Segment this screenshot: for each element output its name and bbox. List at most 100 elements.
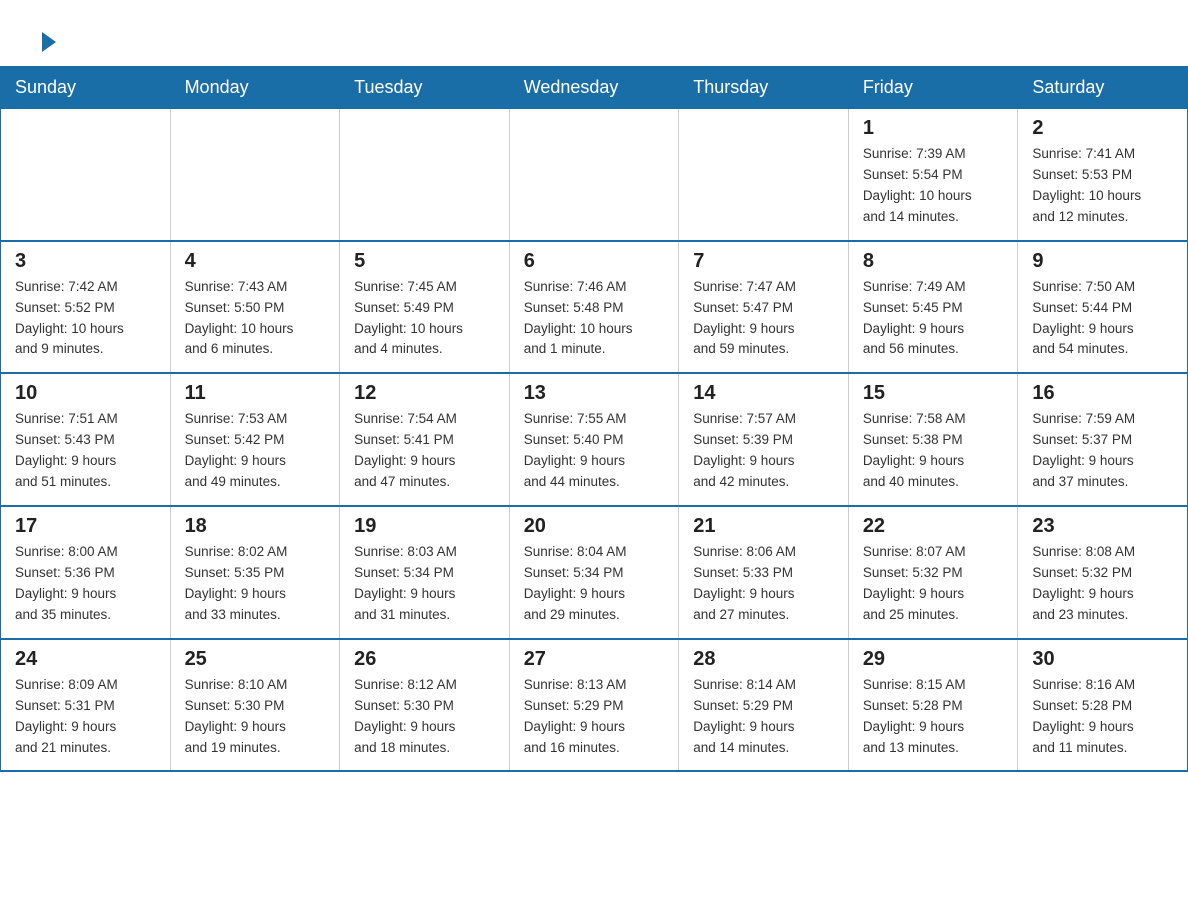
calendar-header-row: SundayMondayTuesdayWednesdayThursdayFrid… — [1, 67, 1188, 109]
day-of-week-header: Tuesday — [340, 67, 510, 109]
calendar-week-row: 24 Sunrise: 8:09 AMSunset: 5:31 PMDayligh… — [1, 639, 1188, 772]
calendar-day-cell: 3Sunrise: 7:42 AMSunset: 5:52 PMDaylight… — [1, 241, 171, 374]
day-info: Sunrise: 7:45 AMSunset: 5:49 PMDaylight:… — [354, 277, 495, 361]
calendar-day-cell: 18 Sunrise: 8:02 AMSunset: 5:35 PMDayligh… — [170, 506, 340, 639]
calendar-day-cell: 28Sunrise: 8:14 AMSunset: 5:29 PMDayligh… — [679, 639, 849, 772]
logo — [40, 28, 56, 50]
calendar-day-cell: 25 Sunrise: 8:10 AMSunset: 5:30 PMDayligh… — [170, 639, 340, 772]
day-info: Sunrise: 7:43 AMSunset: 5:50 PMDaylight:… — [185, 277, 326, 361]
day-number: 12 — [354, 382, 495, 405]
calendar-day-cell: 29 Sunrise: 8:15 AMSunset: 5:28 PMDayligh… — [848, 639, 1018, 772]
calendar-day-cell: 20 Sunrise: 8:04 AMSunset: 5:34 PMDayligh… — [509, 506, 679, 639]
day-number: 27 — [524, 648, 665, 671]
calendar-day-cell: 10 Sunrise: 7:51 AMSunset: 5:43 PMDayligh… — [1, 373, 171, 506]
calendar-day-cell: 9 Sunrise: 7:50 AMSunset: 5:44 PMDaylight… — [1018, 241, 1188, 374]
day-number: 29 — [863, 648, 1004, 671]
calendar-day-cell: 4 Sunrise: 7:43 AMSunset: 5:50 PMDaylight… — [170, 241, 340, 374]
calendar-day-cell: 21 Sunrise: 8:06 AMSunset: 5:33 PMDayligh… — [679, 506, 849, 639]
day-number: 7 — [693, 250, 834, 273]
day-number: 8 — [863, 250, 1004, 273]
logo-triangle-icon — [42, 32, 56, 52]
day-info: Sunrise: 7:51 AMSunset: 5:43 PMDaylight:… — [15, 409, 156, 493]
day-info: Sunrise: 8:14 AMSunset: 5:29 PMDaylight:… — [693, 675, 834, 759]
day-info: Sunrise: 8:10 AMSunset: 5:30 PMDaylight:… — [185, 675, 326, 759]
day-info: Sunrise: 7:46 AMSunset: 5:48 PMDaylight:… — [524, 277, 665, 361]
day-number: 6 — [524, 250, 665, 273]
calendar-day-cell: 23Sunrise: 8:08 AMSunset: 5:32 PMDayligh… — [1018, 506, 1188, 639]
day-number: 25 — [185, 648, 326, 671]
day-info: Sunrise: 8:02 AMSunset: 5:35 PMDaylight:… — [185, 542, 326, 626]
day-number: 19 — [354, 515, 495, 538]
calendar-day-cell — [1, 109, 171, 241]
day-info: Sunrise: 8:13 AMSunset: 5:29 PMDaylight:… — [524, 675, 665, 759]
calendar-day-cell: 30Sunrise: 8:16 AMSunset: 5:28 PMDayligh… — [1018, 639, 1188, 772]
day-info: Sunrise: 8:15 AMSunset: 5:28 PMDaylight:… — [863, 675, 1004, 759]
calendar-day-cell: 6 Sunrise: 7:46 AMSunset: 5:48 PMDaylight… — [509, 241, 679, 374]
calendar-day-cell: 12 Sunrise: 7:54 AMSunset: 5:41 PMDayligh… — [340, 373, 510, 506]
day-of-week-header: Monday — [170, 67, 340, 109]
day-info: Sunrise: 7:57 AMSunset: 5:39 PMDaylight:… — [693, 409, 834, 493]
day-info: Sunrise: 8:12 AMSunset: 5:30 PMDaylight:… — [354, 675, 495, 759]
day-info: Sunrise: 7:49 AMSunset: 5:45 PMDaylight:… — [863, 277, 1004, 361]
day-number: 4 — [185, 250, 326, 273]
day-of-week-header: Thursday — [679, 67, 849, 109]
day-info: Sunrise: 7:41 AMSunset: 5:53 PMDaylight:… — [1032, 144, 1173, 228]
calendar-day-cell: 24 Sunrise: 8:09 AMSunset: 5:31 PMDayligh… — [1, 639, 171, 772]
calendar-day-cell — [170, 109, 340, 241]
day-number: 16 — [1032, 382, 1173, 405]
calendar-week-row: 10 Sunrise: 7:51 AMSunset: 5:43 PMDayligh… — [1, 373, 1188, 506]
day-info: Sunrise: 7:55 AMSunset: 5:40 PMDaylight:… — [524, 409, 665, 493]
day-info: Sunrise: 7:47 AMSunset: 5:47 PMDaylight:… — [693, 277, 834, 361]
day-number: 1 — [863, 117, 1004, 140]
calendar-week-row: 3Sunrise: 7:42 AMSunset: 5:52 PMDaylight… — [1, 241, 1188, 374]
day-number: 11 — [185, 382, 326, 405]
calendar-day-cell: 5 Sunrise: 7:45 AMSunset: 5:49 PMDaylight… — [340, 241, 510, 374]
day-number: 15 — [863, 382, 1004, 405]
calendar-day-cell: 16Sunrise: 7:59 AMSunset: 5:37 PMDayligh… — [1018, 373, 1188, 506]
day-info: Sunrise: 8:16 AMSunset: 5:28 PMDaylight:… — [1032, 675, 1173, 759]
day-number: 9 — [1032, 250, 1173, 273]
day-number: 3 — [15, 250, 156, 273]
day-of-week-header: Wednesday — [509, 67, 679, 109]
day-of-week-header: Sunday — [1, 67, 171, 109]
day-number: 17 — [15, 515, 156, 538]
day-number: 23 — [1032, 515, 1173, 538]
calendar-day-cell: 13 Sunrise: 7:55 AMSunset: 5:40 PMDayligh… — [509, 373, 679, 506]
day-of-week-header: Friday — [848, 67, 1018, 109]
calendar-week-row: 17 Sunrise: 8:00 AMSunset: 5:36 PMDayligh… — [1, 506, 1188, 639]
calendar-day-cell: 26Sunrise: 8:12 AMSunset: 5:30 PMDayligh… — [340, 639, 510, 772]
day-number: 5 — [354, 250, 495, 273]
day-number: 21 — [693, 515, 834, 538]
day-info: Sunrise: 8:07 AMSunset: 5:32 PMDaylight:… — [863, 542, 1004, 626]
calendar-day-cell — [509, 109, 679, 241]
calendar-day-cell: 27 Sunrise: 8:13 AMSunset: 5:29 PMDayligh… — [509, 639, 679, 772]
calendar-day-cell: 2Sunrise: 7:41 AMSunset: 5:53 PMDaylight… — [1018, 109, 1188, 241]
calendar-day-cell: 14 Sunrise: 7:57 AMSunset: 5:39 PMDayligh… — [679, 373, 849, 506]
day-number: 10 — [15, 382, 156, 405]
calendar-day-cell: 15Sunrise: 7:58 AMSunset: 5:38 PMDayligh… — [848, 373, 1018, 506]
day-info: Sunrise: 8:06 AMSunset: 5:33 PMDaylight:… — [693, 542, 834, 626]
calendar-table: SundayMondayTuesdayWednesdayThursdayFrid… — [0, 66, 1188, 772]
day-number: 24 — [15, 648, 156, 671]
calendar-week-row: 1 Sunrise: 7:39 AMSunset: 5:54 PMDaylight… — [1, 109, 1188, 241]
day-number: 13 — [524, 382, 665, 405]
calendar-day-cell: 17 Sunrise: 8:00 AMSunset: 5:36 PMDayligh… — [1, 506, 171, 639]
page-header — [0, 0, 1188, 66]
day-info: Sunrise: 8:09 AMSunset: 5:31 PMDaylight:… — [15, 675, 156, 759]
day-of-week-header: Saturday — [1018, 67, 1188, 109]
day-info: Sunrise: 7:50 AMSunset: 5:44 PMDaylight:… — [1032, 277, 1173, 361]
calendar-day-cell: 22Sunrise: 8:07 AMSunset: 5:32 PMDayligh… — [848, 506, 1018, 639]
calendar-day-cell — [679, 109, 849, 241]
calendar-day-cell: 19Sunrise: 8:03 AMSunset: 5:34 PMDayligh… — [340, 506, 510, 639]
day-info: Sunrise: 8:04 AMSunset: 5:34 PMDaylight:… — [524, 542, 665, 626]
calendar-day-cell: 11 Sunrise: 7:53 AMSunset: 5:42 PMDayligh… — [170, 373, 340, 506]
day-number: 18 — [185, 515, 326, 538]
day-number: 20 — [524, 515, 665, 538]
day-info: Sunrise: 7:53 AMSunset: 5:42 PMDaylight:… — [185, 409, 326, 493]
calendar-day-cell: 8 Sunrise: 7:49 AMSunset: 5:45 PMDaylight… — [848, 241, 1018, 374]
day-info: Sunrise: 8:00 AMSunset: 5:36 PMDaylight:… — [15, 542, 156, 626]
day-info: Sunrise: 7:54 AMSunset: 5:41 PMDaylight:… — [354, 409, 495, 493]
day-info: Sunrise: 7:39 AMSunset: 5:54 PMDaylight:… — [863, 144, 1004, 228]
day-number: 14 — [693, 382, 834, 405]
calendar-day-cell: 7 Sunrise: 7:47 AMSunset: 5:47 PMDaylight… — [679, 241, 849, 374]
